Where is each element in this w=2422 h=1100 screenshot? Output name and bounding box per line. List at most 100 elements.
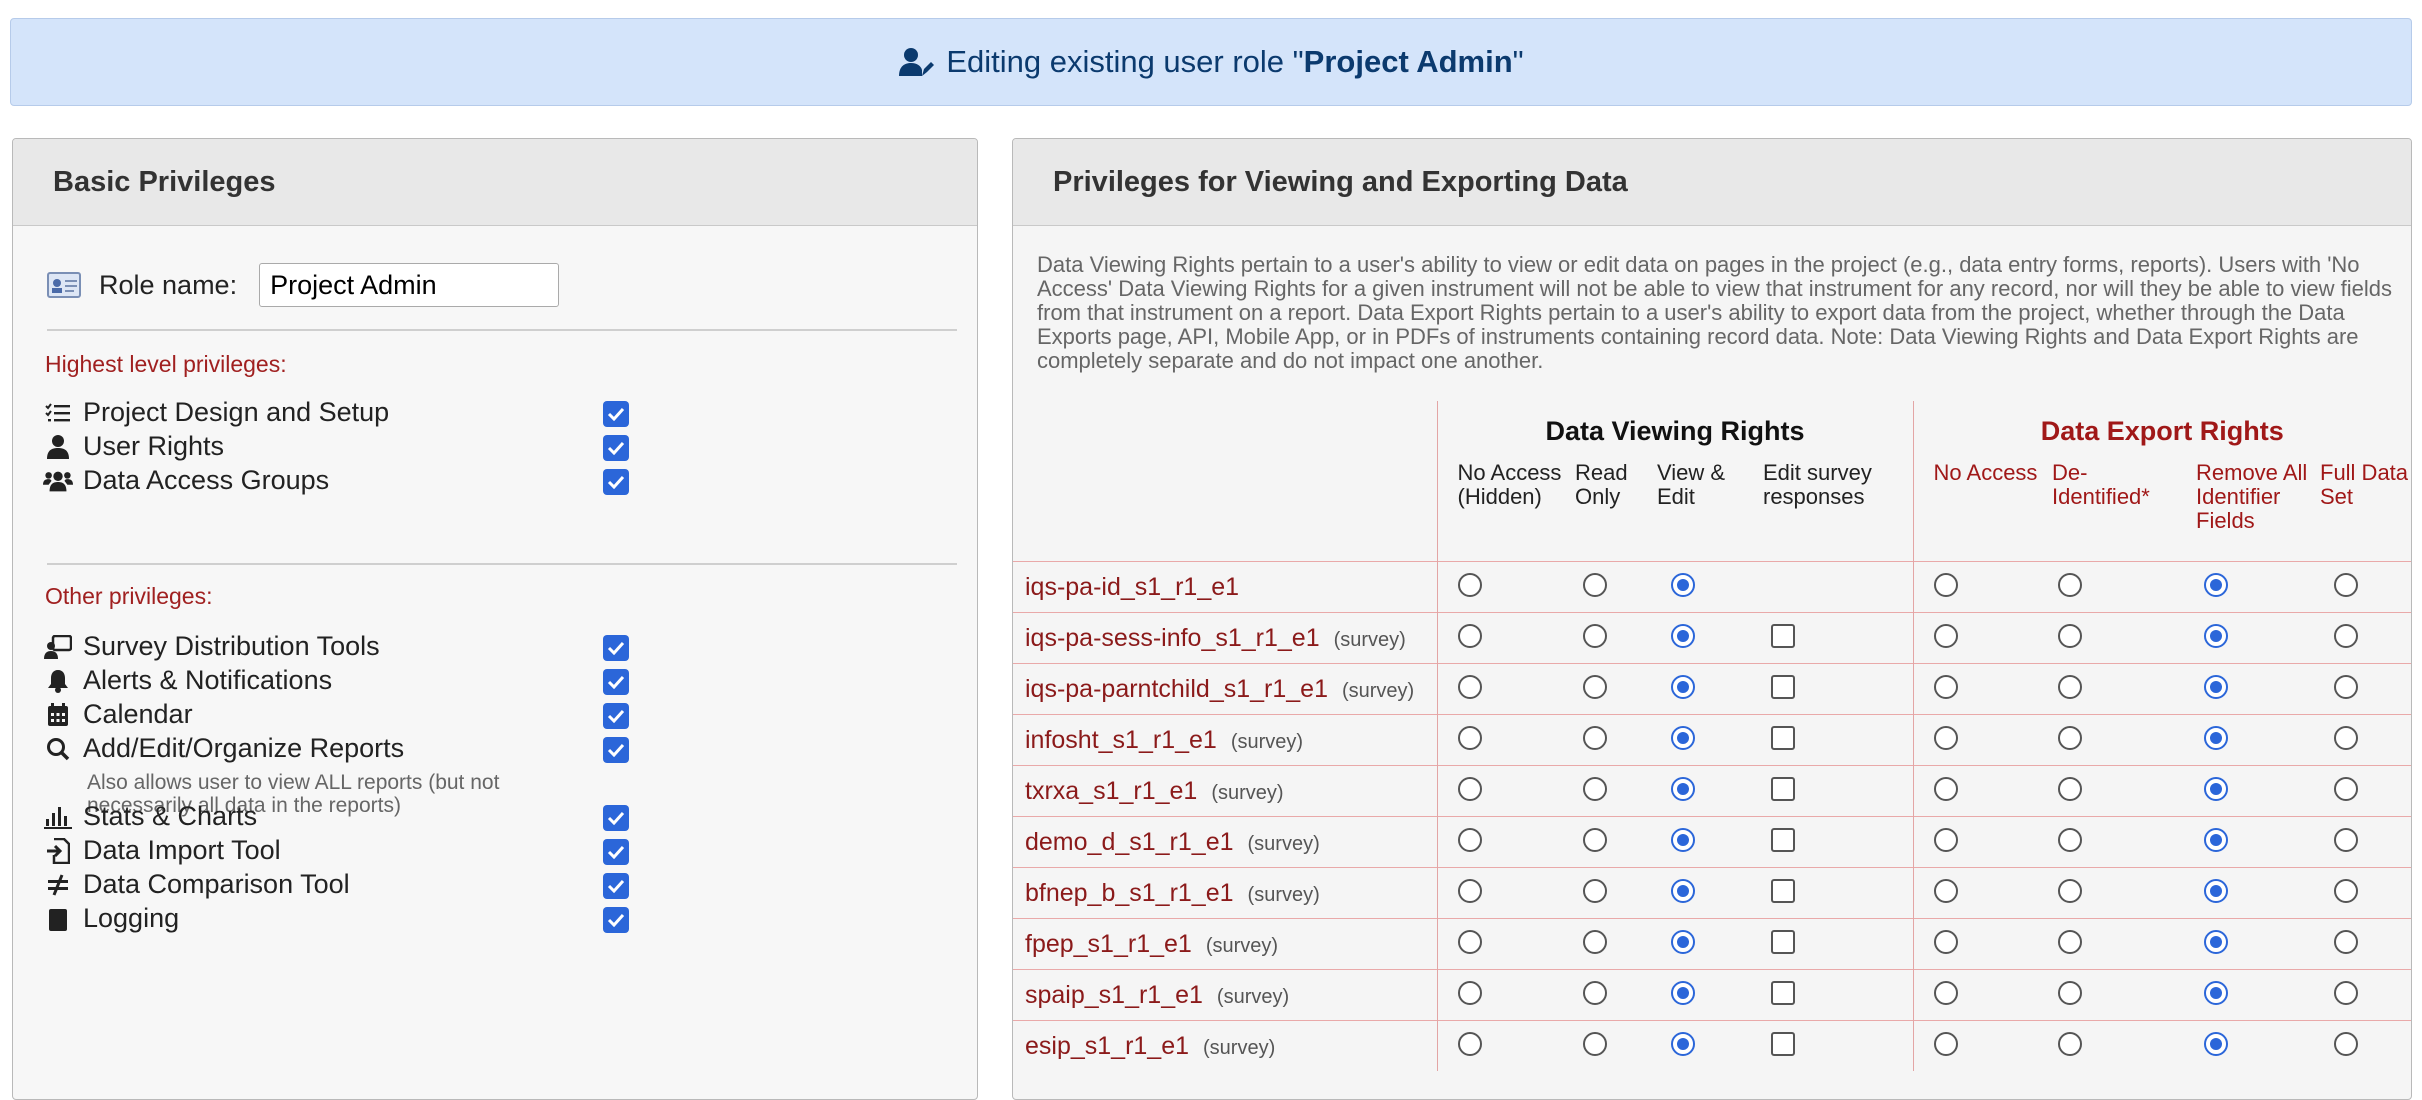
view-right-radio[interactable] [1583,980,1607,1005]
view-right-radio[interactable] [1457,776,1482,801]
export-right-radio[interactable] [1933,929,1958,954]
export-right-radio[interactable] [1933,1031,1958,1056]
view-right-radio[interactable] [1583,572,1607,597]
data-comparison-checkbox[interactable] [603,873,629,899]
view-right-radio[interactable] [1457,623,1482,648]
export-right-radio[interactable] [1933,776,1958,801]
view-right-radio[interactable] [1583,1031,1607,1056]
export-right-radio[interactable] [2058,827,2082,852]
export-right-radio[interactable] [2334,572,2358,597]
logging-checkbox[interactable] [603,907,629,933]
export-right-radio[interactable] [1933,572,1958,597]
edit-survey-checkbox[interactable] [1771,776,1795,801]
export-right-radio[interactable] [2058,980,2082,1005]
edit-survey-checkbox[interactable] [1771,623,1795,648]
export-right-radio[interactable] [2204,827,2228,852]
data-import-checkbox[interactable] [603,839,629,865]
instrument-name[interactable]: demo_d_s1_r1_e1 [1025,828,1234,856]
view-right-radio[interactable] [1671,674,1695,699]
view-right-radio[interactable] [1457,674,1482,699]
export-right-radio[interactable] [2204,674,2228,699]
export-right-radio[interactable] [2204,929,2228,954]
edit-survey-checkbox[interactable] [1771,929,1795,954]
export-right-radio[interactable] [2204,572,2228,597]
export-right-radio[interactable] [2334,1031,2358,1056]
export-right-radio[interactable] [2204,1031,2228,1056]
instrument-name[interactable]: bfnep_b_s1_r1_e1 [1025,879,1234,907]
edit-survey-checkbox[interactable] [1771,878,1795,903]
view-right-radio[interactable] [1457,980,1482,1005]
stats-charts-checkbox[interactable] [603,805,629,831]
export-right-radio[interactable] [2334,674,2358,699]
view-right-radio[interactable] [1583,776,1607,801]
export-right-radio[interactable] [1933,980,1958,1005]
export-right-radio[interactable] [1933,623,1958,648]
export-right-radio[interactable] [2334,980,2358,1005]
instrument-name[interactable]: fpep_s1_r1_e1 [1025,930,1192,958]
view-right-radio[interactable] [1671,827,1695,852]
view-right-radio[interactable] [1457,572,1482,597]
export-right-radio[interactable] [2058,878,2082,903]
project-design-checkbox[interactable] [603,401,629,427]
view-right-radio[interactable] [1457,878,1482,903]
view-right-radio[interactable] [1457,1031,1482,1056]
instrument-name[interactable]: spaip_s1_r1_e1 [1025,981,1203,1009]
export-right-radio[interactable] [2334,623,2358,648]
instrument-name[interactable]: iqs-pa-sess-info_s1_r1_e1 [1025,624,1320,652]
export-right-radio[interactable] [2058,1031,2082,1056]
export-right-radio[interactable] [2334,929,2358,954]
export-right-radio[interactable] [1933,674,1958,699]
export-right-radio[interactable] [2058,674,2082,699]
export-right-radio[interactable] [2058,725,2082,750]
user-rights-checkbox[interactable] [603,435,629,461]
view-right-radio[interactable] [1583,878,1607,903]
view-right-radio[interactable] [1671,725,1695,750]
instrument-name[interactable]: infosht_s1_r1_e1 [1025,726,1217,754]
view-right-radio[interactable] [1671,980,1695,1005]
view-right-radio[interactable] [1583,929,1607,954]
export-right-radio[interactable] [2334,827,2358,852]
view-right-radio[interactable] [1457,725,1482,750]
export-right-radio[interactable] [2058,776,2082,801]
view-right-radio[interactable] [1671,929,1695,954]
export-right-radio[interactable] [2058,623,2082,648]
export-right-radio[interactable] [2334,776,2358,801]
export-right-radio[interactable] [2058,572,2082,597]
view-right-radio[interactable] [1671,572,1695,597]
edit-survey-checkbox[interactable] [1771,827,1795,852]
instrument-name[interactable]: iqs-pa-id_s1_r1_e1 [1025,573,1239,601]
view-right-radio[interactable] [1671,623,1695,648]
view-right-radio[interactable] [1583,725,1607,750]
alerts-checkbox[interactable] [603,669,629,695]
edit-survey-checkbox[interactable] [1771,980,1795,1005]
view-right-radio[interactable] [1583,674,1607,699]
export-right-radio[interactable] [2204,623,2228,648]
reports-checkbox[interactable] [603,737,629,763]
view-right-radio[interactable] [1583,623,1607,648]
role-name-input[interactable] [259,263,560,307]
instrument-name[interactable]: txrxa_s1_r1_e1 [1025,777,1197,805]
view-right-radio[interactable] [1457,929,1482,954]
instrument-name[interactable]: esip_s1_r1_e1 [1025,1032,1189,1060]
view-right-radio[interactable] [1671,776,1695,801]
view-right-radio[interactable] [1671,1031,1695,1056]
instrument-name[interactable]: iqs-pa-parntchild_s1_r1_e1 [1025,675,1328,703]
export-right-radio[interactable] [2334,725,2358,750]
export-right-radio[interactable] [2204,725,2228,750]
export-right-radio[interactable] [2204,980,2228,1005]
view-right-radio[interactable] [1583,827,1607,852]
export-right-radio[interactable] [2334,878,2358,903]
export-right-radio[interactable] [2058,929,2082,954]
export-right-radio[interactable] [1933,725,1958,750]
edit-survey-checkbox[interactable] [1771,1031,1795,1056]
edit-survey-checkbox[interactable] [1771,725,1795,750]
export-right-radio[interactable] [1933,878,1958,903]
export-right-radio[interactable] [2204,776,2228,801]
survey-distribution-checkbox[interactable] [603,635,629,661]
export-right-radio[interactable] [2204,878,2228,903]
export-right-radio[interactable] [1933,827,1958,852]
data-access-groups-checkbox[interactable] [603,469,629,495]
edit-survey-checkbox[interactable] [1771,674,1795,699]
view-right-radio[interactable] [1457,827,1482,852]
calendar-checkbox[interactable] [603,703,629,729]
